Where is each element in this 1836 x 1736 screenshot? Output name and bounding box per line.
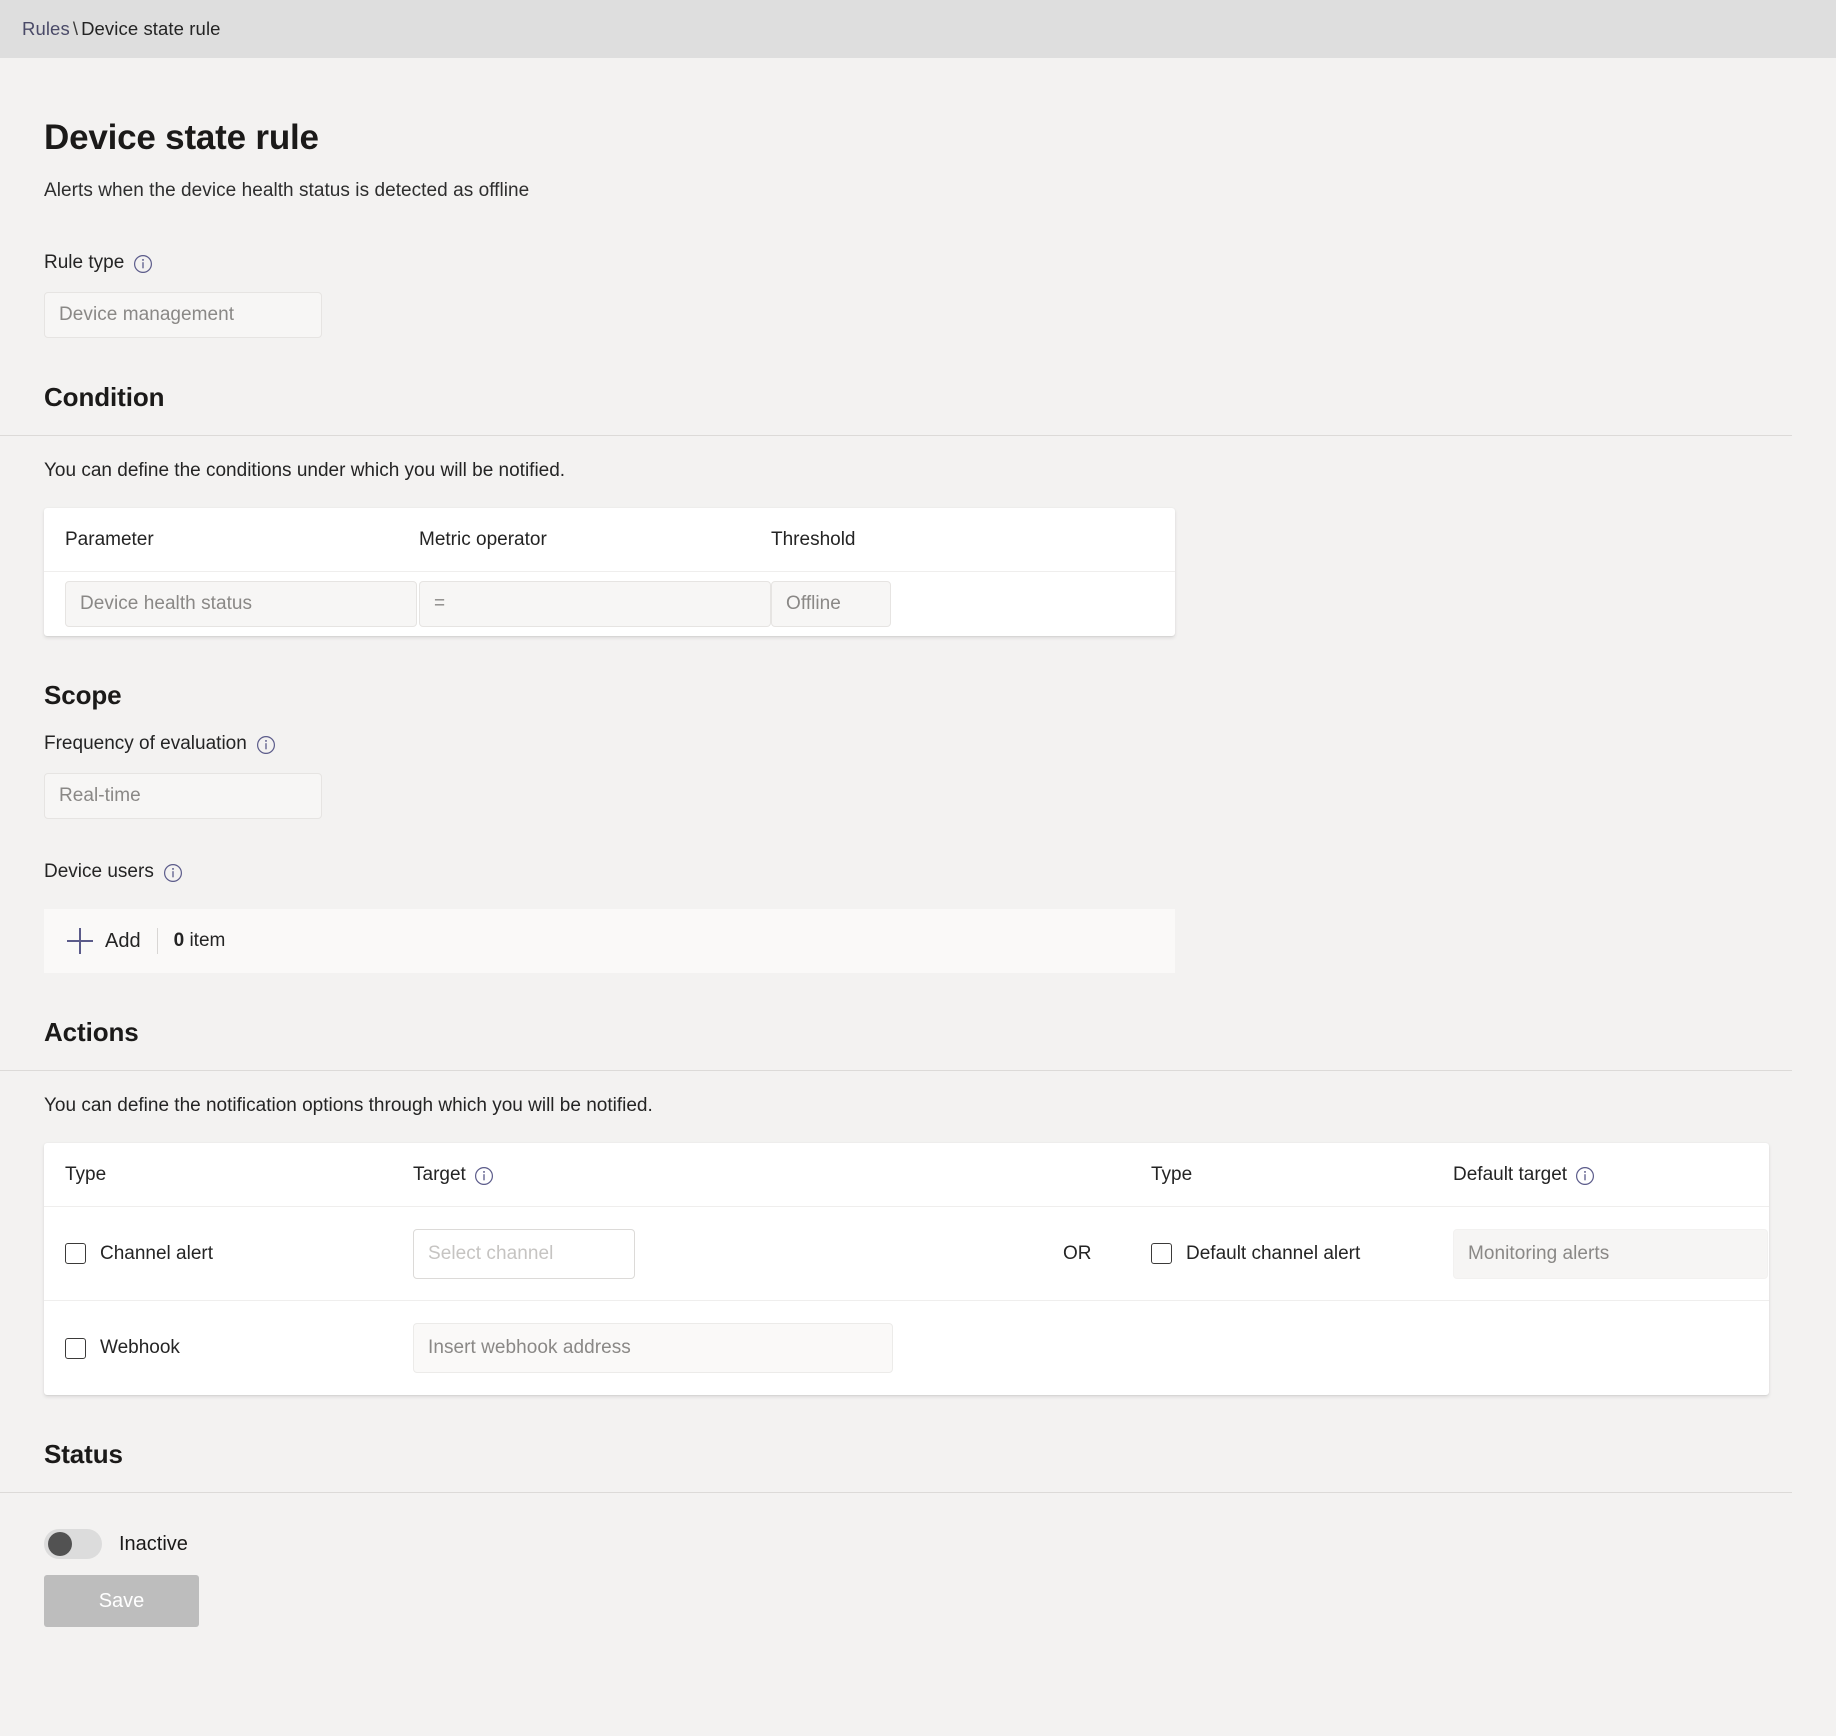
or-label: OR: [1063, 1242, 1092, 1264]
frequency-label-row: Frequency of evaluation: [44, 733, 1792, 755]
default-channel-alert-checkbox-row[interactable]: Default channel alert: [1151, 1243, 1453, 1265]
checkbox-channel-alert[interactable]: [65, 1243, 86, 1264]
webhook-address-cell: Insert webhook address: [413, 1323, 1063, 1373]
toggle-knob: [48, 1532, 72, 1556]
item-count: 0 item: [174, 930, 226, 952]
condition-parameter-cell: Device health status: [65, 581, 419, 627]
info-icon[interactable]: [163, 863, 183, 883]
actions-table: Type Target Type Default target Channel …: [44, 1143, 1769, 1395]
checkbox-default-channel-alert[interactable]: [1151, 1243, 1172, 1264]
status-section: Status Inactive Save: [0, 1439, 1792, 1627]
webhook-address-input[interactable]: Insert webhook address: [413, 1323, 893, 1373]
rule-type-label-row: Rule type: [44, 252, 1792, 274]
page-title: Device state rule: [44, 118, 319, 157]
breadcrumb-bar: Rules \ Device state rule: [0, 0, 1836, 58]
condition-operator-cell: =: [419, 581, 771, 627]
breadcrumb: Rules \ Device state rule: [22, 18, 221, 40]
channel-alert-label: Channel alert: [100, 1242, 214, 1264]
toolbar-divider: [156, 928, 158, 954]
device-users-group: Device users Add 0 item: [44, 861, 1792, 973]
column-header-default-target-label: Default target: [1453, 1163, 1568, 1185]
page-subtitle: Alerts when the device health status is …: [44, 180, 530, 201]
info-icon[interactable]: [474, 1166, 494, 1186]
plus-icon: [67, 928, 93, 954]
column-header-parameter: Parameter: [65, 528, 154, 550]
breadcrumb-separator: \: [72, 18, 79, 39]
scope-section: Scope Frequency of evaluation Real-time …: [44, 680, 1792, 973]
column-header-target-label: Target: [413, 1163, 466, 1185]
add-device-user-button[interactable]: Add: [67, 928, 141, 954]
actions-divider: [0, 1070, 1792, 1071]
actions-description: You can define the notification options …: [44, 1095, 653, 1116]
scope-title: Scope: [44, 680, 122, 710]
status-divider: [0, 1492, 1792, 1493]
rule-type-group: Rule type Device management: [44, 252, 1792, 338]
info-icon[interactable]: [256, 735, 276, 755]
condition-description: You can define the conditions under whic…: [44, 460, 566, 481]
add-label: Add: [105, 929, 141, 952]
condition-parameter-input[interactable]: Device health status: [65, 581, 417, 627]
column-header-type-right: Type: [1151, 1163, 1193, 1185]
webhook-checkbox-row[interactable]: Webhook: [65, 1337, 413, 1359]
rule-type-input[interactable]: Device management: [44, 292, 322, 338]
select-channel-input[interactable]: Select channel: [413, 1228, 635, 1279]
actions-title: Actions: [44, 1017, 139, 1047]
table-row: Webhook Insert webhook address: [44, 1301, 1769, 1395]
device-users-label: Device users: [44, 861, 154, 882]
checkbox-webhook[interactable]: [65, 1337, 86, 1359]
frequency-group: Frequency of evaluation Real-time: [44, 733, 1792, 819]
actions-table-header: Type Target Type Default target: [44, 1143, 1769, 1207]
status-toggle[interactable]: [44, 1529, 102, 1559]
device-users-label-row: Device users: [44, 861, 1792, 883]
default-channel-alert-label: Default channel alert: [1186, 1242, 1361, 1264]
save-button[interactable]: Save: [44, 1575, 199, 1627]
condition-section: Condition You can define the conditions …: [0, 382, 1792, 636]
condition-divider: [0, 435, 1792, 436]
select-channel-cell: Select channel: [413, 1228, 1063, 1279]
column-header-metric-operator: Metric operator: [419, 528, 547, 550]
column-header-type-left: Type: [65, 1163, 107, 1185]
condition-threshold-cell: Offline: [771, 581, 1071, 627]
condition-table-header: Parameter Metric operator Threshold: [44, 508, 1175, 572]
column-header-target: Target: [413, 1164, 1063, 1186]
status-title: Status: [44, 1439, 123, 1469]
condition-table: Parameter Metric operator Threshold Devi…: [44, 508, 1175, 636]
webhook-label: Webhook: [100, 1337, 180, 1358]
frequency-label: Frequency of evaluation: [44, 733, 247, 754]
actions-section: Actions You can define the notification …: [0, 1017, 1792, 1395]
channel-alert-cell: Channel alert: [65, 1243, 413, 1265]
default-target-input: Monitoring alerts: [1453, 1228, 1768, 1279]
status-toggle-row: Inactive: [44, 1529, 1792, 1559]
or-cell: OR: [1063, 1243, 1151, 1265]
info-icon[interactable]: [133, 254, 153, 274]
condition-operator-input[interactable]: =: [419, 581, 771, 627]
rule-type-label: Rule type: [44, 252, 125, 273]
item-count-word: item: [189, 930, 226, 951]
default-target-cell: Monitoring alerts: [1453, 1228, 1768, 1279]
default-channel-alert-cell: Default channel alert: [1151, 1243, 1453, 1265]
column-header-threshold: Threshold: [771, 528, 856, 550]
device-users-toolbar: Add 0 item: [44, 909, 1175, 973]
info-icon[interactable]: [1575, 1166, 1595, 1186]
channel-alert-checkbox-row[interactable]: Channel alert: [65, 1243, 413, 1265]
page-content: Device state rule Alerts when the device…: [0, 118, 1836, 1627]
breadcrumb-link-rules[interactable]: Rules: [22, 18, 70, 39]
frequency-input[interactable]: Real-time: [44, 773, 322, 819]
webhook-cell: Webhook: [65, 1337, 413, 1359]
breadcrumb-current: Device state rule: [81, 18, 221, 39]
rule-editor-page: Rules \ Device state rule Device state rul…: [0, 0, 1836, 1736]
condition-table-row: Device health status = Offline: [44, 572, 1175, 636]
column-header-default-target: Default target: [1453, 1164, 1753, 1186]
condition-title: Condition: [44, 382, 165, 412]
status-toggle-label: Inactive: [119, 1532, 188, 1555]
table-row: Channel alert Select channel OR Default …: [44, 1207, 1769, 1301]
item-count-value: 0: [173, 930, 185, 951]
condition-threshold-input[interactable]: Offline: [771, 581, 891, 627]
